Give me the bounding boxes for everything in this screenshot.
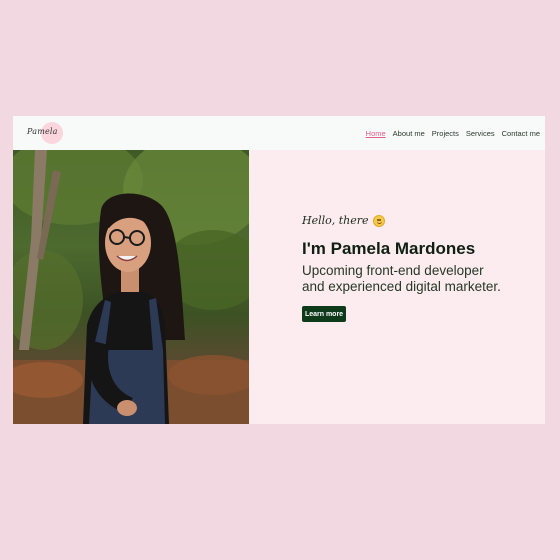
nav-link-projects[interactable]: Projects [432, 129, 459, 138]
logo-text: Pamela [27, 127, 58, 136]
portrait-photo [13, 150, 249, 424]
greeting: Hello, there [302, 214, 385, 227]
nav-link-services[interactable]: Services [466, 129, 495, 138]
subtitle-line-1: Upcoming front-end developer [302, 263, 484, 278]
learn-more-button[interactable]: Learn more [302, 306, 346, 322]
website-frame: Pamela Home About me Projects Services C… [13, 116, 545, 424]
logo[interactable]: Pamela [27, 121, 73, 145]
subtitle-line-2: and experienced digital marketer. [302, 279, 501, 294]
greeting-text: Hello, there [302, 214, 369, 227]
portrait-illustration [13, 150, 249, 424]
nav-link-about[interactable]: About me [393, 129, 425, 138]
nav-links: Home About me Projects Services Contact … [366, 129, 540, 138]
hero-content: Hello, there I'm Pamela Mardones Upcomin… [249, 150, 545, 424]
hero-title: I'm Pamela Mardones [302, 239, 476, 258]
navbar: Pamela Home About me Projects Services C… [13, 116, 545, 150]
hero-subtitle: Upcoming front-end developer and experie… [302, 263, 542, 295]
nav-link-contact[interactable]: Contact me [502, 129, 540, 138]
nav-link-home[interactable]: Home [366, 129, 386, 138]
smiley-face-icon [372, 214, 385, 227]
